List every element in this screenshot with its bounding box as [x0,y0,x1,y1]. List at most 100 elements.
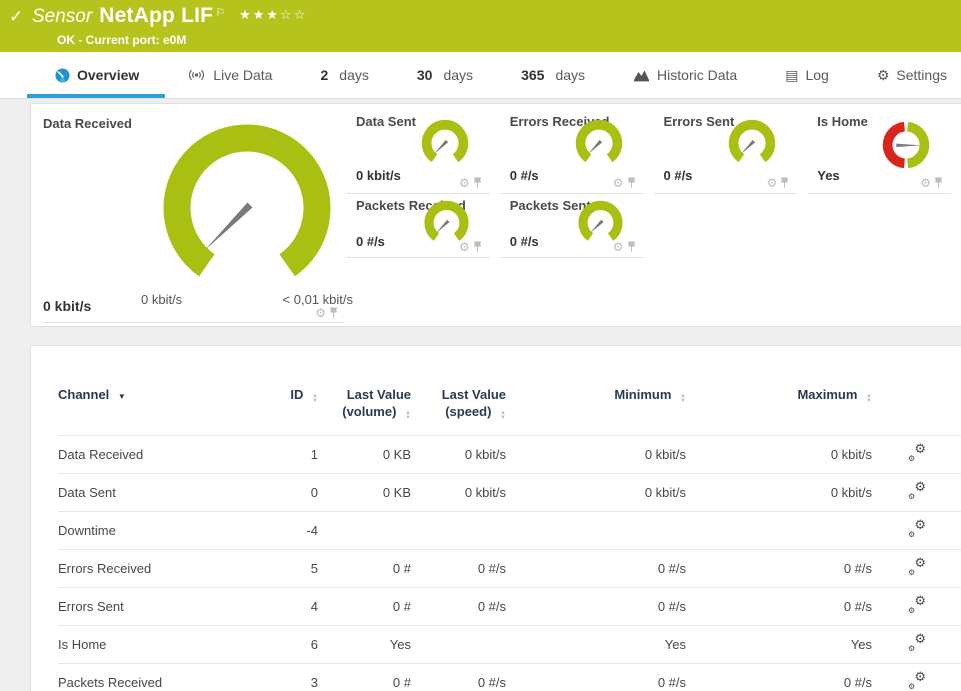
cell-channel: Packets Received [58,664,258,691]
boolean-gauge [877,117,935,175]
cell-last-speed: 0 kbit/s [411,474,506,512]
cell-last-speed: 0 kbit/s [411,436,506,474]
gauge-settings-icon[interactable]: ⚙ [459,241,470,253]
column-label: (volume) [342,404,396,419]
table-row[interactable]: Data Received 1 0 KB 0 kbit/s 0 kbit/s 0… [58,436,961,474]
column-header-actions [872,386,961,436]
cell-id: 0 [258,474,318,512]
cell-id: 6 [258,626,318,664]
gauge-settings-icon[interactable]: ⚙ [613,241,624,253]
gauge-scale: 0 kbit/s < 0,01 kbit/s [141,292,353,307]
column-header-id[interactable]: ID ▲▼ [258,386,318,436]
gauge-channel-name: Data Received [43,116,132,131]
pin-icon[interactable] [329,307,338,319]
tab-day-count: 365 [521,67,544,83]
tab-live-data[interactable]: Live Data [187,52,272,98]
live-data-icon [187,68,206,82]
gauge-cell-errors-sent: Errors Sent 0 #/s ⚙ [654,104,798,194]
flag-icon[interactable]: ⚐ [215,7,225,19]
gauge-settings-icon[interactable]: ⚙ [459,177,470,189]
cell-id: 3 [258,664,318,691]
cell-last-speed: 0 #/s [411,664,506,691]
tab-historic-data[interactable]: Historic Data [633,52,737,98]
gauge-settings-icon[interactable]: ⚙ [613,177,624,189]
channel-settings-icon[interactable]: ⚙⚙ [908,445,926,461]
cell-minimum [506,512,686,550]
channel-settings-icon[interactable]: ⚙⚙ [908,559,926,575]
sensor-titlebar: SensorNetApp LIF⚐★★★☆☆ [32,4,307,28]
column-label: ID [290,387,303,402]
pin-icon[interactable] [473,177,482,189]
cell-channel: Data Received [58,436,258,474]
channel-table-panel: Channel ▼ ID ▲▼ Last Value (volume) ▲▼ L… [30,345,961,691]
gauge-settings-icon[interactable]: ⚙ [920,177,931,189]
cell-last-volume: Yes [318,626,411,664]
gauge-channel-name: Data Sent [356,114,416,129]
tab-365-days[interactable]: 365days [521,52,585,98]
tab-label: Historic Data [657,67,737,83]
pin-icon[interactable] [934,177,943,189]
column-header-last-value-volume[interactable]: Last Value (volume) ▲▼ [318,386,411,436]
table-row[interactable]: Errors Sent 4 0 # 0 #/s 0 #/s 0 #/s ⚙⚙ [58,588,961,626]
column-header-minimum[interactable]: Minimum ▲▼ [506,386,686,436]
gauge-settings-icon[interactable]: ⚙ [315,307,326,319]
channel-settings-icon[interactable]: ⚙⚙ [908,635,926,651]
pin-icon[interactable] [473,241,482,253]
historic-data-icon [633,69,650,82]
cell-last-speed: 0 #/s [411,588,506,626]
pin-icon[interactable] [627,177,636,189]
cell-last-speed [411,512,506,550]
tab-label: Live Data [213,67,272,83]
column-label: Maximum [797,387,857,402]
log-icon: ▤ [785,68,798,82]
cell-minimum: 0 #/s [506,588,686,626]
pin-icon[interactable] [627,241,636,253]
cell-maximum: Yes [686,626,872,664]
column-header-channel[interactable]: Channel ▼ [58,386,258,436]
cell-minimum: 0 #/s [506,664,686,691]
cell-channel: Is Home [58,626,258,664]
sort-desc-icon: ▼ [118,392,126,401]
table-row[interactable]: Data Sent 0 0 KB 0 kbit/s 0 kbit/s 0 kbi… [58,474,961,512]
table-row[interactable]: Is Home 6 Yes Yes Yes ⚙⚙ [58,626,961,664]
gauge-cell-packets-received: Packets Received 0 #/s ⚙ [346,194,490,258]
gauge-cell-errors-received: Errors Received 0 #/s ⚙ [500,104,644,194]
tab-label: Log [805,67,828,83]
gauge-cell-is-home: Is Home Yes ⚙ [807,104,951,194]
priority-stars[interactable]: ★★★☆☆ [239,7,307,22]
gauge-settings-icon[interactable]: ⚙ [766,177,777,189]
gauge-current-value: Yes [817,168,839,183]
gauge-scale-min: 0 kbit/s [141,292,182,307]
table-row[interactable]: Packets Received 3 0 # 0 #/s 0 #/s 0 #/s… [58,664,961,691]
channel-settings-icon[interactable]: ⚙⚙ [908,521,926,537]
cell-minimum: 0 #/s [506,550,686,588]
cell-maximum: 0 #/s [686,550,872,588]
tab-log[interactable]: ▤ Log [785,52,829,98]
tab-overview[interactable]: Overview [55,52,139,98]
column-label: Last Value [347,387,411,402]
tab-bar: Overview Live Data 2days 30days 365days … [0,52,961,99]
cell-last-volume: 0 KB [318,436,411,474]
gauge-current-value: 0 kbit/s [356,168,401,183]
table-row[interactable]: Errors Received 5 0 # 0 #/s 0 #/s 0 #/s … [58,550,961,588]
pin-icon[interactable] [780,177,789,189]
cell-channel: Downtime [58,512,258,550]
tab-2-days[interactable]: 2days [320,52,368,98]
small-gauge [570,117,628,175]
channel-settings-icon[interactable]: ⚙⚙ [908,597,926,613]
column-header-last-value-speed[interactable]: Last Value (speed) ▲▼ [411,386,506,436]
column-label: (speed) [445,404,491,419]
channel-settings-icon[interactable]: ⚙⚙ [908,673,926,689]
table-header-row: Channel ▼ ID ▲▼ Last Value (volume) ▲▼ L… [58,386,961,436]
tab-30-days[interactable]: 30days [417,52,473,98]
column-header-maximum[interactable]: Maximum ▲▼ [686,386,872,436]
gauge-scale-max: < 0,01 kbit/s [283,292,353,307]
gauge-current-value: 0 #/s [664,168,693,183]
cell-minimum: 0 kbit/s [506,474,686,512]
sort-icon: ▲▼ [500,411,506,421]
sensor-header: ✓ SensorNetApp LIF⚐★★★☆☆ OK - Current po… [0,0,961,52]
channel-settings-icon[interactable]: ⚙⚙ [908,483,926,499]
cell-maximum: 0 kbit/s [686,474,872,512]
tab-settings[interactable]: ⚙ Settings [877,52,947,98]
table-row[interactable]: Downtime -4 ⚙⚙ [58,512,961,550]
